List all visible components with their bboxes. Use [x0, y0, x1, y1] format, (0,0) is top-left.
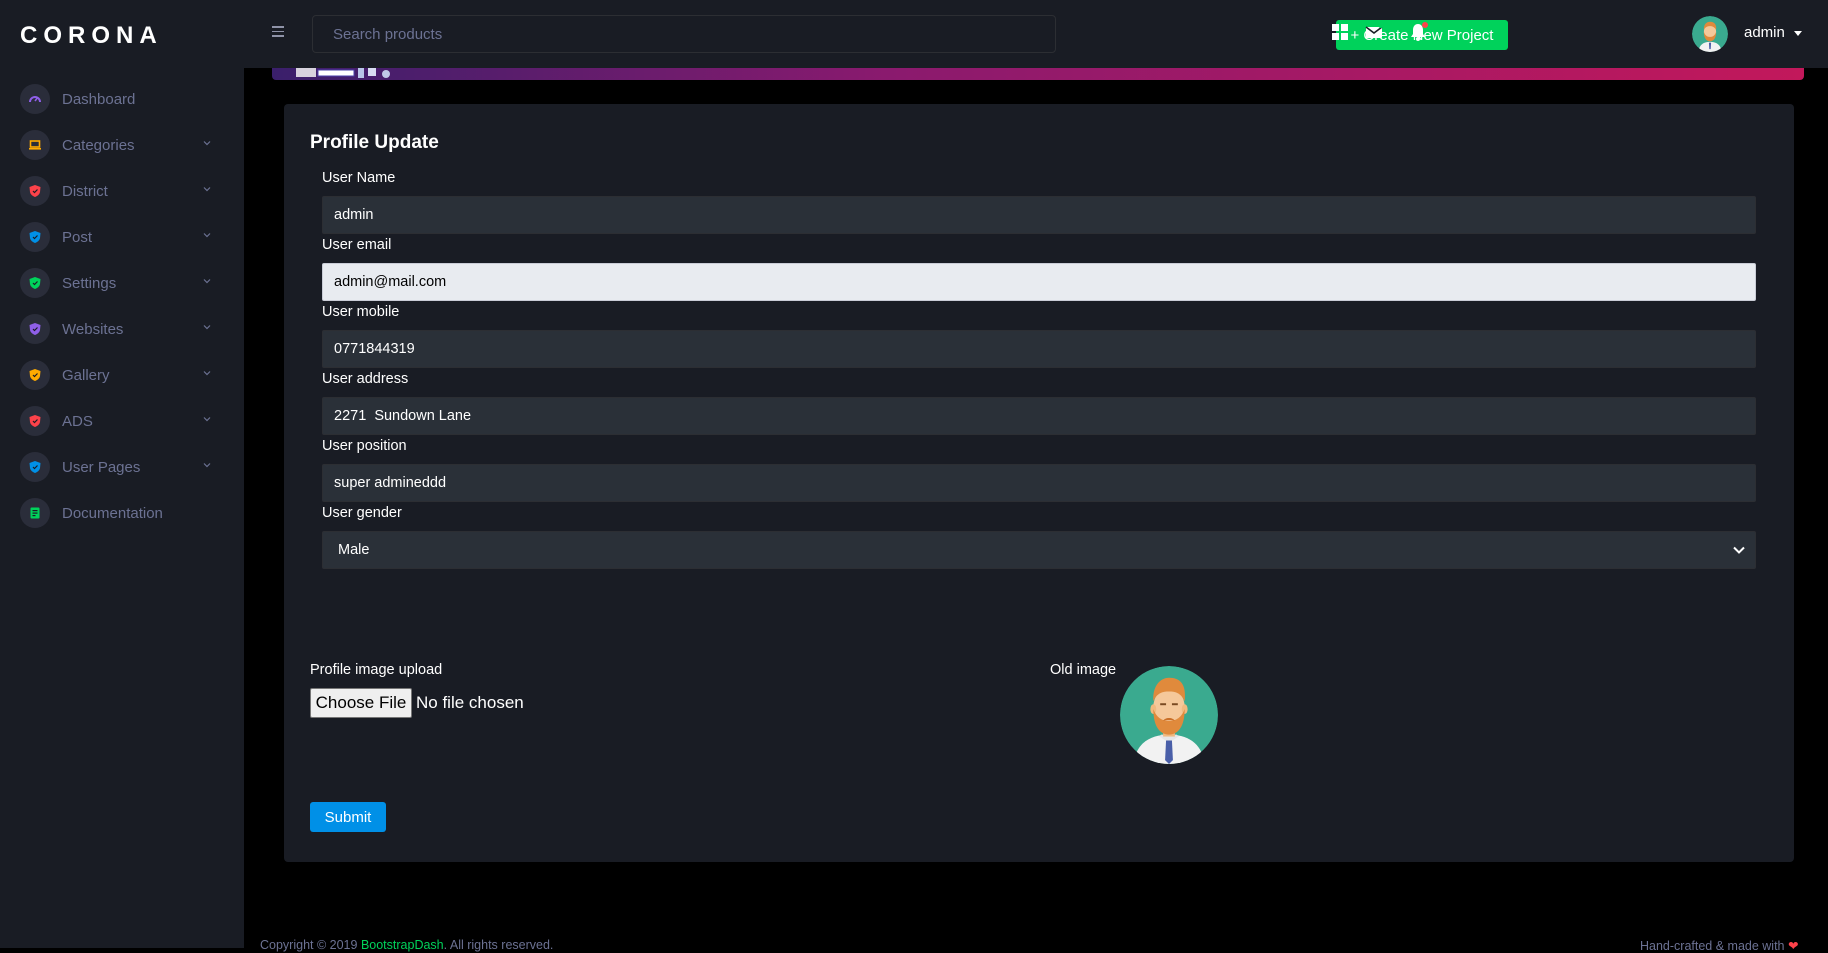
sidebar-nav: Dashboard Categories District Post Settings W… [0, 76, 244, 536]
position-input[interactable] [322, 464, 1756, 502]
shield-icon [20, 452, 50, 482]
mobile-input[interactable] [322, 330, 1756, 368]
sidebar-item-gallery[interactable]: Gallery [0, 352, 244, 398]
shield-icon [20, 176, 50, 206]
chevron-down-icon [203, 279, 211, 284]
upload-label: Profile image upload [310, 662, 443, 678]
shield-icon [20, 222, 50, 252]
gender-select[interactable]: Male [322, 531, 1756, 569]
grid-icon[interactable] [1330, 22, 1350, 42]
menu-toggle-icon[interactable] [272, 26, 284, 38]
chevron-down-icon [203, 233, 211, 238]
shield-icon [20, 360, 50, 390]
mobile-label: User mobile [322, 304, 400, 320]
shield-icon [20, 314, 50, 344]
laptop-icon [20, 130, 50, 160]
sidebar-item-post[interactable]: Post [0, 214, 244, 260]
chevron-down-icon [203, 417, 211, 422]
notifications-button[interactable] [1408, 22, 1428, 42]
gender-label: User gender [322, 505, 402, 521]
footer-copyright-suffix: . All rights reserved. [443, 938, 554, 952]
sidebar-item-label: ADS [62, 412, 93, 430]
sidebar-item-label: Websites [62, 320, 124, 338]
old-profile-image [1120, 666, 1218, 764]
sidebar-item-documentation[interactable]: Documentation [0, 490, 244, 536]
sidebar-item-label: Settings [62, 274, 117, 292]
sidebar-item-websites[interactable]: Websites [0, 306, 244, 352]
footer-copyright-prefix: Copyright © 2019 [260, 938, 361, 952]
sidebar-item-user-pages[interactable]: User Pages [0, 444, 244, 490]
submit-button[interactable]: Submit [310, 802, 386, 832]
user-avatar-icon [1692, 16, 1728, 52]
position-label: User position [322, 438, 407, 454]
document-icon [20, 498, 50, 528]
sidebar-item-categories[interactable]: Categories [0, 122, 244, 168]
shield-icon [20, 406, 50, 436]
address-input[interactable] [322, 397, 1756, 435]
user-name[interactable]: admin [1744, 24, 1785, 41]
footer-copyright: Copyright © 2019 BootstrapDash. All righ… [260, 938, 553, 952]
username-label: User Name [322, 170, 396, 186]
footer-credit: Hand-crafted & made with ❤ [1640, 938, 1798, 953]
sidebar-item-label: Gallery [62, 366, 110, 384]
speedometer-icon [20, 84, 50, 114]
sidebar-item-label: Categories [62, 136, 135, 154]
chevron-down-icon [1733, 546, 1745, 554]
sidebar: CORONA Dashboard Categories District Post Se… [0, 0, 244, 948]
sidebar-item-dashboard[interactable]: Dashboard [0, 76, 244, 122]
chevron-down-icon [203, 187, 211, 192]
profile-avatar-icon [1120, 666, 1218, 764]
search-input[interactable] [312, 15, 1056, 53]
notifications-indicator [1422, 22, 1428, 28]
chevron-down-icon [203, 463, 211, 468]
sidebar-item-label: Post [62, 228, 93, 246]
sidebar-item-settings[interactable]: Settings [0, 260, 244, 306]
avatar[interactable] [1692, 16, 1728, 52]
messages-indicator [1378, 22, 1384, 28]
old-image-label: Old image [1050, 662, 1117, 678]
banner-illustration-icon [296, 68, 390, 78]
gender-select-value: Male [338, 542, 370, 558]
sidebar-item-label: User Pages [62, 458, 141, 476]
sidebar-item-label: Dashboard [62, 90, 136, 108]
sidebar-item-district[interactable]: District [0, 168, 244, 214]
address-label: User address [322, 371, 409, 387]
email-label: User email [322, 237, 392, 253]
sidebar-item-label: District [62, 182, 108, 200]
chevron-down-icon [203, 141, 211, 146]
card-title: Profile Update [310, 132, 439, 153]
shield-icon [20, 268, 50, 298]
brand-logo[interactable]: CORONA [20, 22, 163, 50]
footer-credit-text: Hand-crafted & made with [1640, 939, 1785, 953]
email-input[interactable] [322, 263, 1756, 301]
footer-link[interactable]: BootstrapDash [361, 938, 444, 952]
profile-update-card: Profile Update User Name User email User… [284, 104, 1794, 862]
chevron-down-icon [203, 371, 211, 376]
messages-button[interactable] [1364, 22, 1384, 42]
choose-file-button[interactable]: Choose File [310, 688, 412, 718]
caret-down-icon[interactable] [1794, 31, 1802, 37]
file-status: No file chosen [416, 693, 524, 712]
promo-banner [272, 68, 1804, 80]
heart-icon: ❤ [1788, 939, 1799, 953]
sidebar-item-ads[interactable]: ADS [0, 398, 244, 444]
sidebar-item-label: Documentation [62, 504, 163, 522]
topbar: + Create New Project admin [244, 0, 1828, 68]
chevron-down-icon [203, 325, 211, 330]
username-input[interactable] [322, 196, 1756, 234]
